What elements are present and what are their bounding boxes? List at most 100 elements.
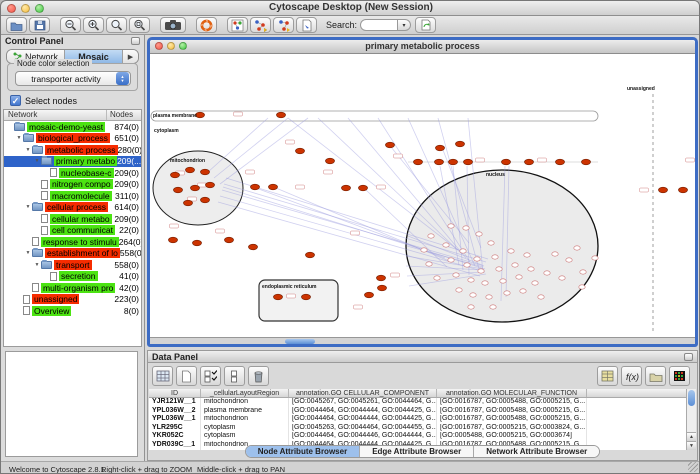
network-edge[interactable] [208, 118, 268, 172]
tree-row[interactable]: nucleobase-c209(0) [4, 167, 141, 179]
network-node-selected[interactable] [201, 197, 210, 203]
network-node-unselected[interactable] [574, 246, 580, 250]
node-color-dropdown[interactable]: transporter activity ▲▼ [15, 71, 131, 86]
tree-col-nodes[interactable]: Nodes [107, 110, 141, 120]
expander-icon[interactable]: ▼ [15, 135, 23, 141]
network-node-unselected[interactable] [468, 305, 474, 309]
network-node-selected[interactable] [225, 237, 234, 243]
network-node-selected[interactable] [582, 159, 591, 165]
float-panel-icon[interactable] [131, 37, 140, 45]
network-node-selected[interactable] [342, 185, 351, 191]
network-node-unselected[interactable] [504, 291, 510, 295]
network-node-unselected[interactable] [528, 267, 534, 271]
expander-icon[interactable]: ▼ [24, 250, 32, 256]
network-node-unselected[interactable] [434, 276, 440, 280]
network-node-selected[interactable] [456, 141, 465, 147]
network-node-unselected[interactable] [496, 267, 502, 271]
network-node-unselected[interactable] [421, 248, 427, 252]
table-row[interactable]: YKR052Ccytoplasm[GO:0044464, GO:0044446,… [149, 432, 688, 441]
network-node-unselected[interactable] [474, 257, 480, 261]
tab-edge-attribute-browser[interactable]: Edge Attribute Browser [360, 446, 474, 457]
region-plasma-membrane[interactable] [151, 111, 598, 121]
heatmap-button[interactable] [669, 366, 690, 386]
column-header[interactable]: ID [149, 389, 201, 397]
zoom-fit-button[interactable] [106, 17, 127, 33]
expander-icon[interactable]: ▼ [33, 158, 41, 164]
network-node-selected[interactable] [435, 159, 444, 165]
network-node-selected[interactable] [201, 169, 210, 175]
birds-eye-view[interactable] [5, 351, 138, 457]
network-node-unselected[interactable] [476, 232, 482, 236]
scrollbar-thumb[interactable] [688, 390, 695, 406]
column-header[interactable]: annotation.GO CELLULAR_COMPONENT [289, 389, 437, 397]
network-node-selected[interactable] [659, 187, 668, 193]
import-table-button[interactable] [597, 366, 618, 386]
network-node-unselected[interactable] [492, 255, 498, 259]
vizmapper-button[interactable] [227, 17, 248, 33]
network-node-unselected[interactable] [552, 252, 558, 256]
help-button[interactable] [196, 17, 217, 33]
network-node-selected[interactable] [378, 285, 387, 291]
layout-alt-button[interactable] [273, 17, 294, 33]
network-node-selected[interactable] [464, 159, 473, 165]
network-node-selected[interactable] [326, 158, 335, 164]
annotation-button[interactable] [296, 17, 317, 33]
tab-network-attribute-browser[interactable]: Network Attribute Browser [474, 446, 599, 457]
table-row[interactable]: YPL036W__1mitochondrion[GO:0044464, GO:0… [149, 415, 688, 424]
network-edge[interactable] [288, 118, 458, 250]
zoom-selected-button[interactable] [129, 17, 150, 33]
tree-row[interactable]: Overview8(0) [4, 305, 141, 317]
save-button[interactable] [29, 17, 50, 33]
network-node-unselected[interactable] [566, 258, 572, 262]
select-nodes-checkbox[interactable]: ✓ [10, 95, 21, 106]
expander-icon[interactable]: ▼ [24, 147, 32, 153]
network-node-unselected[interactable] [468, 278, 474, 282]
tree-row[interactable]: cell communicat22(0) [4, 225, 141, 237]
tree-row[interactable]: ▼primary metabo209(... [4, 156, 141, 168]
network-node-unselected[interactable] [448, 224, 454, 228]
function-builder-button[interactable]: f(x) [621, 366, 642, 386]
network-node-unselected[interactable] [520, 289, 526, 293]
tab-node-attribute-browser[interactable]: Node Attribute Browser [246, 446, 361, 457]
table-row[interactable]: YPL036W__2plasma membrane[GO:0044464, GO… [149, 407, 688, 416]
canvas-horizontal-scrollbar[interactable] [150, 337, 695, 344]
network-node-selected[interactable] [274, 294, 283, 300]
tree-row[interactable]: secretion41(0) [4, 271, 141, 283]
network-node-unselected[interactable] [482, 281, 488, 285]
network-node-selected[interactable] [377, 275, 386, 281]
network-node-selected[interactable] [269, 184, 278, 190]
network-node-selected[interactable] [302, 294, 311, 300]
select-attributes-button[interactable] [200, 366, 221, 386]
network-node-selected[interactable] [556, 159, 565, 165]
more-tabs-arrow-icon[interactable]: ▶ [123, 50, 138, 63]
network-node-unselected[interactable] [592, 256, 598, 260]
network-node-selected[interactable] [169, 237, 178, 243]
zoom-out-button[interactable] [60, 17, 81, 33]
network-node-unselected[interactable] [460, 249, 466, 253]
network-node-selected[interactable] [191, 185, 200, 191]
network-node-unselected[interactable] [478, 269, 484, 273]
network-node-unselected[interactable] [579, 285, 585, 289]
tree-row[interactable]: ▼metabolic process280(0) [4, 144, 141, 156]
expander-icon[interactable]: ▼ [33, 262, 41, 268]
network-node-unselected[interactable] [488, 241, 494, 245]
network-node-selected[interactable] [249, 244, 258, 250]
network-node-selected[interactable] [449, 159, 458, 165]
network-node-selected[interactable] [502, 159, 511, 165]
open-attribute-button[interactable] [645, 366, 666, 386]
network-node-unselected[interactable] [463, 226, 469, 230]
network-node-selected[interactable] [359, 185, 368, 191]
network-node-selected[interactable] [171, 172, 180, 178]
network-node-unselected[interactable] [512, 263, 518, 267]
network-node-selected[interactable] [186, 167, 195, 173]
open-button[interactable] [6, 17, 27, 33]
table-row[interactable]: YJR121W__1mitochondrion[GO:0045267, GO:0… [149, 398, 688, 407]
search-config-button[interactable] [415, 17, 436, 33]
tree-row[interactable]: unassigned223(0) [4, 294, 141, 306]
network-node-unselected[interactable] [490, 305, 496, 309]
scroll-up-icon[interactable]: ▲ [687, 432, 696, 441]
network-node-unselected[interactable] [464, 263, 470, 267]
new-attribute-button[interactable] [176, 366, 197, 386]
tree-row[interactable]: cellular metabo209(0) [4, 213, 141, 225]
network-node-unselected[interactable] [443, 243, 449, 247]
